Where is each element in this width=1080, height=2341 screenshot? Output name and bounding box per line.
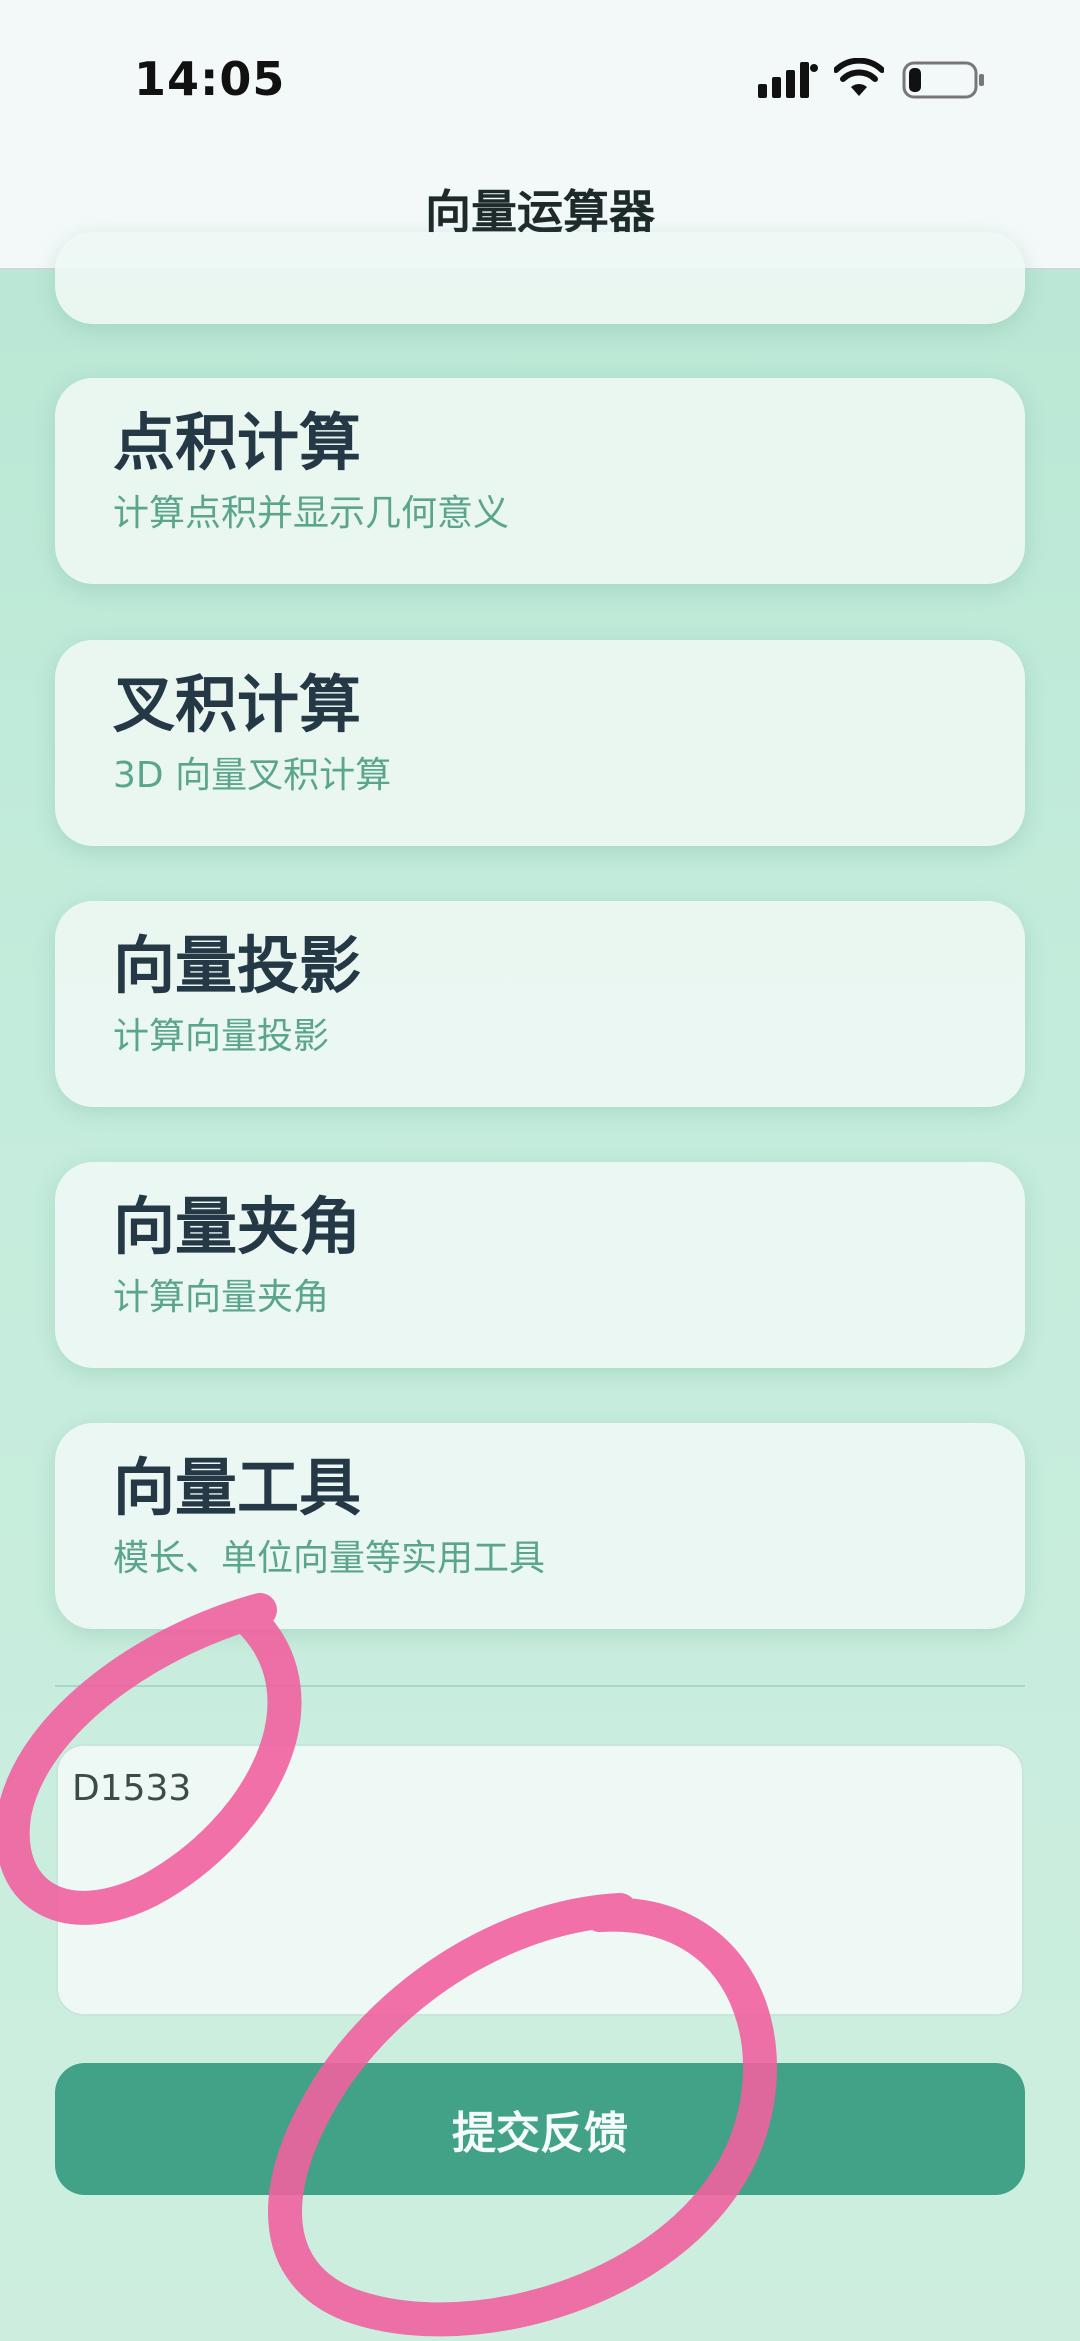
battery-icon bbox=[902, 61, 984, 99]
menu-card-dot-product[interactable]: 点积计算 计算点积并显示几何意义 bbox=[55, 378, 1025, 584]
card-subtitle: 计算向量投影 bbox=[113, 1016, 330, 1057]
menu-card-tools[interactable]: 向量工具 模长、单位向量等实用工具 bbox=[55, 1423, 1025, 1629]
signal-icon bbox=[758, 62, 818, 98]
card-subtitle: 计算向量夹角 bbox=[113, 1277, 330, 1318]
card-subtitle: 3D 向量叉积计算 bbox=[113, 755, 392, 796]
status-icons bbox=[758, 58, 988, 102]
menu-card-angle[interactable]: 向量夹角 计算向量夹角 bbox=[55, 1162, 1025, 1368]
divider bbox=[55, 1685, 1025, 1687]
card-subtitle: 计算点积并显示几何意义 bbox=[113, 493, 510, 534]
wifi-icon bbox=[834, 58, 884, 96]
top-bar: 14:05 向量运算器 bbox=[0, 0, 1080, 270]
menu-card-projection[interactable]: 向量投影 计算向量投影 bbox=[55, 901, 1025, 1107]
card-title: 叉积计算 bbox=[113, 668, 362, 741]
status-time: 14:05 bbox=[134, 52, 286, 106]
card-title: 向量工具 bbox=[113, 1451, 362, 1524]
card-subtitle: 模长、单位向量等实用工具 bbox=[113, 1538, 546, 1579]
card-title: 点积计算 bbox=[113, 406, 362, 479]
menu-card-partial[interactable] bbox=[55, 232, 1025, 324]
feedback-input[interactable]: D1533 bbox=[56, 1744, 1024, 2016]
card-title: 向量投影 bbox=[113, 929, 362, 1002]
card-title: 向量夹角 bbox=[113, 1190, 362, 1263]
menu-card-cross-product[interactable]: 叉积计算 3D 向量叉积计算 bbox=[55, 640, 1025, 846]
submit-feedback-button[interactable]: 提交反馈 bbox=[55, 2063, 1025, 2195]
